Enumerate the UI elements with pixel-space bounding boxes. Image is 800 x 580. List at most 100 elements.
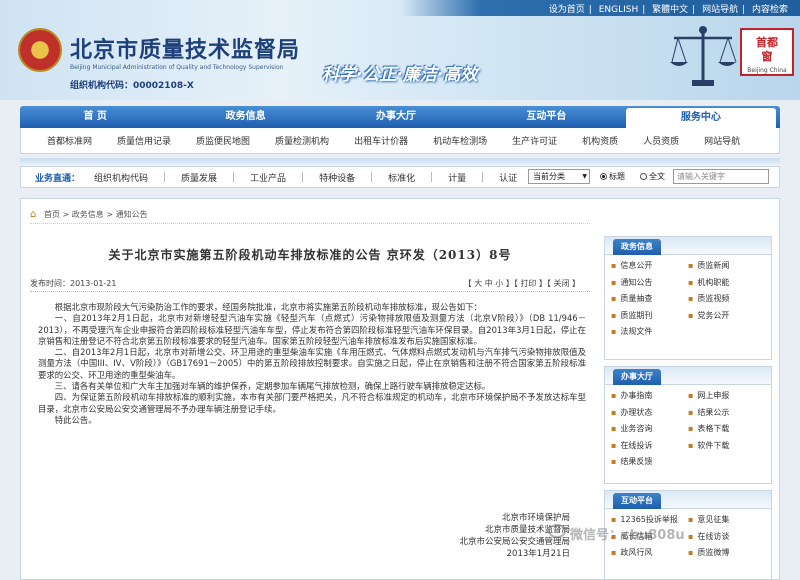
gov-info-title: 政务信息 — [613, 239, 661, 255]
main-nav-gov-info[interactable]: 政务信息 — [170, 106, 320, 128]
divider — [20, 158, 780, 166]
home-icon: ⌂ — [30, 209, 37, 220]
gov-info-header: 政务信息 — [605, 237, 771, 255]
quick-access-bar: 业务直通： 组织机构代码 质量发展 工业产品 特种设备 标准化 计量 认证 — [20, 166, 780, 188]
sidebar-link[interactable]: 机构职能 — [688, 275, 765, 292]
sidebar-link[interactable]: 通知公告 — [611, 275, 688, 292]
category-select[interactable]: 当前分类 — [528, 169, 590, 184]
sub-nav-item[interactable]: 质量信用记录 — [117, 134, 171, 147]
radio-title[interactable]: 标题 — [600, 171, 625, 182]
sidebar-link[interactable]: 表格下载 — [688, 421, 765, 438]
main-nav: 首 页 政务信息 办事大厅 互动平台 服务中心 — [20, 106, 780, 128]
article-paragraph: 根据北京市现阶段大气污染防治工作的要求，经国务院批准，北京市将实施第五阶段机动车… — [54, 302, 482, 312]
beijing-logo: 首都 窗 Beijing China — [740, 28, 794, 76]
sidebar-link[interactable]: 信息公开 — [611, 258, 688, 275]
sub-nav-item[interactable]: 质监便民地图 — [196, 134, 250, 147]
wechat-icon — [548, 524, 566, 538]
sidebar-link[interactable]: 质监微博 — [688, 545, 765, 562]
watermark: 微信号：cbu808u — [570, 528, 685, 543]
quick-link[interactable]: 质量发展 — [181, 171, 217, 184]
top-link-traditional[interactable]: 繁體中文 — [652, 5, 688, 15]
sub-nav-item[interactable]: 机动车检测场 — [433, 134, 487, 147]
quick-link[interactable]: 组织机构代码 — [94, 171, 148, 184]
article-paragraph: 四、为保证第五阶段机动车排放标准的顺利实施，本市有关部门要严格把关，凡不符合标准… — [38, 392, 586, 414]
sidebar-link[interactable]: 办事指南 — [611, 388, 688, 405]
sidebar-link[interactable]: 结果反馈 — [611, 454, 688, 471]
article-paragraph: 二、自2013年2月1日起，北京市对新增公交、环卫用途的重型柴油车实施《车用压燃… — [38, 347, 586, 380]
quick-link[interactable]: 计量 — [448, 171, 466, 184]
divider — [482, 172, 484, 182]
sub-nav-item[interactable]: 首都标准网 — [47, 134, 92, 147]
org-code: 组织机构代码：00002108-X — [70, 81, 194, 91]
radio-full-label: 全文 — [649, 172, 665, 181]
publish-date: 发布时间：2013-01-21 — [30, 279, 117, 288]
breadcrumb: ⌂ 首页 > 政务信息 > 通知公告 — [30, 206, 590, 224]
top-link-search[interactable]: 内容检索 — [752, 5, 788, 15]
sidebar-link[interactable]: 在线投诉 — [611, 438, 688, 455]
service-hall-title: 办事大厅 — [613, 369, 661, 385]
sidebar-link[interactable]: 意见征集 — [688, 512, 765, 529]
org-name-en: Beijing Municipal Administration of Qual… — [70, 64, 284, 71]
article: 关于北京市实施第五阶段机动车排放标准的公告 京环发（2013）8号 发布时间：2… — [30, 236, 590, 580]
divider — [431, 172, 433, 182]
sub-nav-item[interactable]: 生产许可证 — [512, 134, 557, 147]
gov-info-box: 政务信息 信息公开 质监新闻 通知公告 机构职能 质量抽查 质监视频 质监期刊 … — [604, 236, 772, 360]
main-nav-service-center[interactable]: 服务中心 — [625, 108, 777, 128]
sidebar-link[interactable]: 在线访谈 — [688, 529, 765, 546]
sub-nav-item[interactable]: 机构资质 — [582, 134, 618, 147]
sidebar-link[interactable]: 党务公开 — [688, 308, 765, 325]
sidebar-link[interactable]: 网上申报 — [688, 388, 765, 405]
radio-title-label: 标题 — [609, 172, 625, 181]
beijing-logo-sub: Beijing China — [747, 67, 787, 74]
beijing-logo-text: 首都 — [756, 36, 778, 49]
service-hall-header: 办事大厅 — [605, 367, 771, 385]
article-paragraph: 特此公告。 — [54, 414, 97, 425]
sub-nav-item[interactable]: 人员资质 — [643, 134, 679, 147]
sidebar-link[interactable]: 业务咨询 — [611, 421, 688, 438]
main-nav-home[interactable]: 首 页 — [20, 106, 170, 128]
radio-button[interactable] — [600, 173, 607, 180]
divider — [302, 172, 304, 182]
top-links: 设为首页 | ENGLISH | 繁體中文 | 网站导航 | 内容检索 — [548, 5, 788, 15]
article-paragraph: 一、自2013年2月1日起，北京市对新增轻型汽油车实施《轻型汽车（点燃式）污染物… — [38, 313, 586, 346]
sidebar-link[interactable]: 办理状态 — [611, 405, 688, 422]
search-input[interactable]: 请输入关键字 — [673, 169, 769, 184]
article-title: 关于北京市实施第五阶段机动车排放标准的公告 京环发（2013）8号 — [108, 248, 512, 262]
sidebar-link[interactable]: 质监期刊 — [611, 308, 688, 325]
breadcrumb-text[interactable]: 首页 > 政务信息 > 通知公告 — [44, 210, 148, 219]
divider — [164, 172, 166, 182]
main-nav-service-hall[interactable]: 办事大厅 — [321, 106, 471, 128]
quick-link[interactable]: 工业产品 — [250, 171, 286, 184]
top-link-home[interactable]: 设为首页 — [549, 5, 585, 15]
beijing-logo-text2: 窗 — [761, 50, 773, 63]
sidebar-link[interactable]: 政风行风 — [611, 545, 688, 562]
article-meta: 发布时间：2013-01-21 【 大 中 小 】【 打印 】【 关闭 】 — [30, 278, 590, 292]
top-link-english[interactable]: ENGLISH — [599, 5, 639, 15]
service-hall-box: 办事大厅 办事指南 网上申报 办理状态 结果公示 业务咨询 表格下载 在线投诉 … — [604, 366, 772, 484]
quick-link[interactable]: 认证 — [499, 171, 517, 184]
sub-nav-item[interactable]: 网站导航 — [704, 134, 740, 147]
sidebar-link[interactable]: 软件下载 — [688, 438, 765, 455]
quick-link[interactable]: 特种设备 — [319, 171, 355, 184]
radio-button[interactable] — [640, 173, 647, 180]
org-name: 北京市质量技术监督局 — [70, 37, 301, 63]
sidebar-link[interactable]: 质量抽查 — [611, 291, 688, 308]
signature-date: 2013年1月21日 — [506, 549, 570, 559]
quick-link[interactable]: 标准化 — [388, 171, 415, 184]
font-size-controls[interactable]: 【 大 中 小 】【 打印 】【 关闭 】 — [464, 278, 580, 289]
article-paragraph: 三、请各有关单位和广大车主加强对车辆的维护保养，定期参加车辆尾气排放检测，确保上… — [54, 381, 491, 392]
sidebar-link[interactable]: 质监新闻 — [688, 258, 765, 275]
top-link-sitemap[interactable]: 网站导航 — [702, 5, 738, 15]
main-nav-interaction[interactable]: 互动平台 — [471, 106, 621, 128]
divider — [371, 172, 373, 182]
signer: 北京市公安局公安交通管理局 — [459, 537, 570, 547]
sidebar-link[interactable]: 质监视频 — [688, 291, 765, 308]
radio-full-text[interactable]: 全文 — [640, 171, 665, 182]
sidebar-link[interactable]: 结果公示 — [688, 405, 765, 422]
sidebar-link[interactable]: 法规文件 — [611, 324, 688, 341]
sub-nav-item[interactable]: 出租车计价器 — [354, 134, 408, 147]
sub-nav: 首都标准网 质量信用记录 质监便民地图 质量检测机构 出租车计价器 机动车检测场… — [20, 128, 780, 154]
interaction-title: 互动平台 — [613, 493, 661, 509]
signer: 北京市环境保护局 — [501, 513, 570, 523]
sub-nav-item[interactable]: 质量检测机构 — [275, 134, 329, 147]
